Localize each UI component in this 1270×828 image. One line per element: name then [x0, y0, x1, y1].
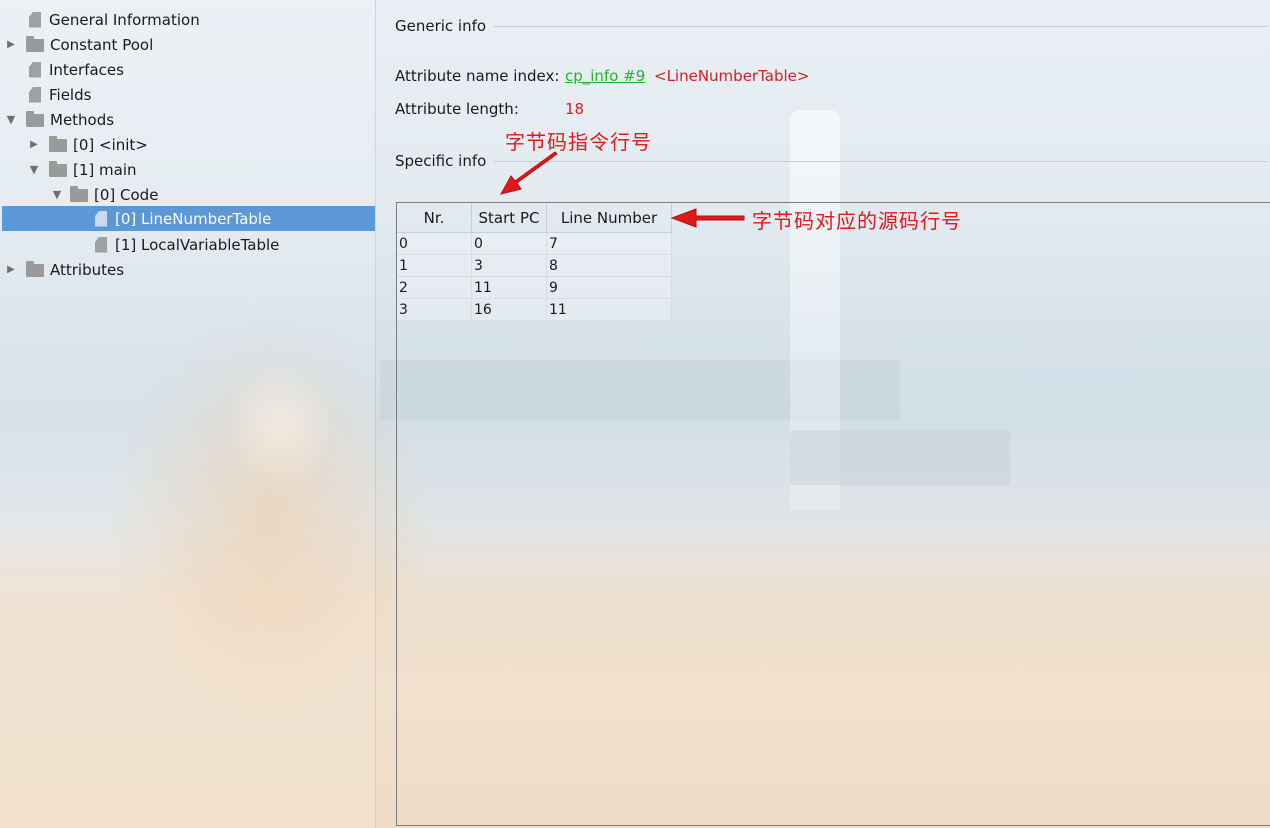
attribute-name-index-label: Attribute name index: — [395, 67, 560, 85]
collapse-arrow-icon[interactable]: ▼ — [27, 163, 41, 176]
file-icon — [95, 236, 107, 253]
tree-item-label: Fields — [49, 85, 92, 104]
line-number-arrow-icon — [670, 208, 745, 228]
file-icon — [29, 11, 41, 28]
tree-item-general-information[interactable]: General Information — [2, 7, 399, 32]
table-cell: 0 — [471, 232, 547, 255]
table-row[interactable]: 2 11 9 — [397, 276, 672, 299]
cp-info-link[interactable]: cp_info #9 — [565, 67, 645, 85]
table-row[interactable]: 3 16 11 — [397, 298, 672, 321]
column-header-nr[interactable]: Nr. — [397, 203, 472, 233]
folder-icon — [26, 36, 44, 52]
table-cell: 9 — [546, 276, 672, 299]
tree-item-method-init[interactable]: ▶ [0] <init> — [2, 132, 400, 157]
folder-icon — [26, 111, 44, 127]
table-cell: 7 — [546, 232, 672, 255]
table-cell: 0 — [397, 232, 472, 255]
table-cell: 2 — [397, 276, 472, 299]
attribute-length-label: Attribute length: — [395, 100, 519, 118]
tree-item-label: [0] LineNumberTable — [115, 209, 272, 228]
generic-info-title: Generic info — [395, 17, 487, 35]
specific-info-title: Specific info — [395, 152, 487, 170]
collapse-arrow-icon[interactable]: ▼ — [50, 188, 64, 201]
table-cell: 8 — [546, 254, 672, 277]
tree-item-label: Constant Pool — [50, 35, 154, 54]
file-icon — [29, 61, 41, 78]
table-row[interactable]: 0 0 7 — [397, 232, 672, 255]
attribute-name-value: <LineNumberTable> — [654, 67, 810, 85]
tree-item-attributes[interactable]: ▶ Attributes — [2, 257, 377, 282]
table-cell: 11 — [471, 276, 547, 299]
line-number-annotation: 字节码对应的源码行号 — [752, 209, 962, 233]
expand-arrow-icon[interactable]: ▶ — [4, 264, 18, 275]
attribute-length-value: 18 — [565, 100, 585, 118]
file-icon — [29, 86, 41, 103]
tree-item-interfaces[interactable]: Interfaces — [2, 57, 399, 82]
tree-item-label: [1] LocalVariableTable — [115, 235, 280, 254]
tree-item-label: [0] Code — [94, 185, 159, 204]
file-icon — [95, 210, 107, 227]
table-row[interactable]: 1 3 8 — [397, 254, 672, 277]
tree-item-label: Attributes — [50, 260, 125, 279]
class-structure-tree[interactable]: General Information ▶ Constant Pool Inte… — [0, 0, 376, 828]
tree-item-line-number-table[interactable]: [0] LineNumberTable — [2, 206, 375, 231]
tree-item-label: Interfaces — [49, 60, 124, 79]
column-header-line-number[interactable]: Line Number — [546, 203, 672, 233]
table-cell: 1 — [397, 254, 472, 277]
tree-item-label: [1] main — [73, 160, 137, 179]
expand-arrow-icon[interactable]: ▶ — [4, 39, 18, 50]
tree-item-code[interactable]: ▼ [0] Code — [2, 182, 423, 207]
tree-item-label: Methods — [50, 110, 115, 129]
table-cell: 11 — [546, 298, 672, 321]
line-number-table: Nr. Start PC Line Number 0 0 7 1 3 8 2 1… — [397, 203, 672, 321]
table-header-row: Nr. Start PC Line Number — [397, 203, 672, 233]
attribute-detail-panel: Generic info Attribute name index: cp_in… — [376, 0, 1270, 828]
tree-item-constant-pool[interactable]: ▶ Constant Pool — [2, 32, 377, 57]
table-cell: 16 — [471, 298, 547, 321]
section-divider — [494, 161, 1268, 162]
expand-arrow-icon[interactable]: ▶ — [27, 139, 41, 150]
folder-icon — [26, 261, 44, 277]
folder-icon — [49, 136, 67, 152]
tree-item-local-variable-table[interactable]: [1] LocalVariableTable — [2, 232, 375, 257]
tree-item-method-main[interactable]: ▼ [1] main — [2, 157, 400, 182]
line-number-table-frame: Nr. Start PC Line Number 0 0 7 1 3 8 2 1… — [396, 202, 1270, 826]
tree-item-fields[interactable]: Fields — [2, 82, 399, 107]
table-cell: 3 — [471, 254, 547, 277]
tree-item-methods[interactable]: ▼ Methods — [2, 107, 377, 132]
tree-item-label: General Information — [49, 10, 200, 29]
table-cell: 3 — [397, 298, 472, 321]
collapse-arrow-icon[interactable]: ▼ — [4, 113, 18, 126]
folder-icon — [70, 186, 88, 202]
tree-item-label: [0] <init> — [73, 135, 148, 154]
folder-icon — [49, 161, 67, 177]
column-header-start-pc[interactable]: Start PC — [471, 203, 547, 233]
section-divider — [494, 26, 1268, 27]
start-pc-arrow-icon — [500, 151, 558, 195]
